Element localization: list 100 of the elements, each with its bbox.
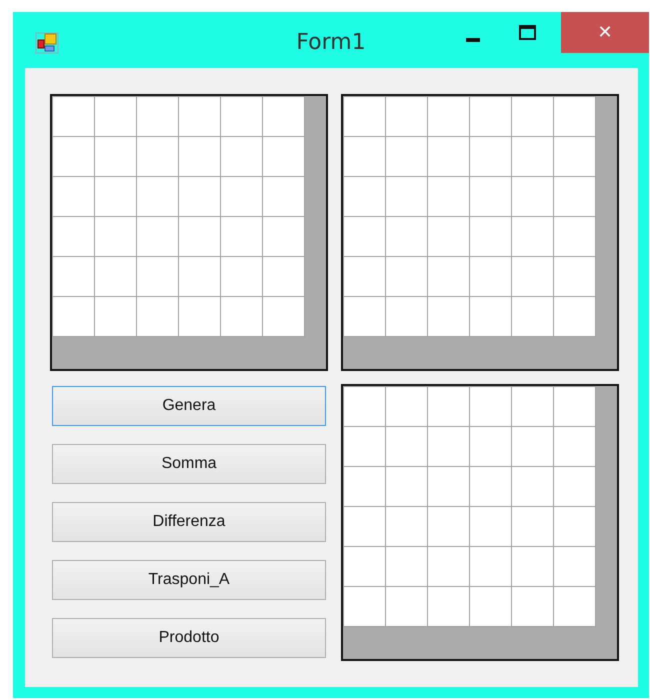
grid-cell[interactable] bbox=[263, 257, 304, 296]
grid-cell[interactable] bbox=[512, 177, 553, 216]
grid-cell[interactable] bbox=[470, 257, 511, 296]
grid-cell[interactable] bbox=[137, 257, 178, 296]
grid-cell[interactable] bbox=[263, 297, 304, 336]
grid-cell[interactable] bbox=[386, 137, 427, 176]
grid-cell[interactable] bbox=[344, 387, 385, 426]
action-button[interactable]: Somma bbox=[52, 444, 326, 484]
grid-cell[interactable] bbox=[137, 137, 178, 176]
grid-cell[interactable] bbox=[386, 217, 427, 256]
grid-cell[interactable] bbox=[344, 177, 385, 216]
grid-cell[interactable] bbox=[221, 97, 262, 136]
grid-cell[interactable] bbox=[512, 97, 553, 136]
grid-cell[interactable] bbox=[386, 297, 427, 336]
grid-cell[interactable] bbox=[95, 97, 136, 136]
minimize-icon[interactable] bbox=[466, 38, 480, 42]
grid-cell[interactable] bbox=[554, 97, 595, 136]
grid-cell[interactable] bbox=[95, 257, 136, 296]
grid-cell[interactable] bbox=[344, 547, 385, 586]
grid-cell[interactable] bbox=[179, 137, 220, 176]
grid-cell[interactable] bbox=[428, 587, 469, 626]
grid-cell[interactable] bbox=[53, 97, 94, 136]
grid-cell[interactable] bbox=[221, 177, 262, 216]
grid-cell[interactable] bbox=[179, 257, 220, 296]
grid-cell[interactable] bbox=[470, 427, 511, 466]
grid-cell[interactable] bbox=[137, 97, 178, 136]
grid-cell[interactable] bbox=[428, 387, 469, 426]
grid-cell[interactable] bbox=[386, 177, 427, 216]
grid-cell[interactable] bbox=[554, 587, 595, 626]
grid-cell[interactable] bbox=[95, 217, 136, 256]
grid-cell[interactable] bbox=[428, 217, 469, 256]
grid-cell[interactable] bbox=[53, 297, 94, 336]
close-button[interactable]: ✕ bbox=[561, 12, 649, 53]
grid-cell[interactable] bbox=[512, 297, 553, 336]
grid-cell[interactable] bbox=[95, 297, 136, 336]
grid-cell[interactable] bbox=[512, 547, 553, 586]
grid-cell[interactable] bbox=[344, 507, 385, 546]
grid-cell[interactable] bbox=[554, 427, 595, 466]
grid-cell[interactable] bbox=[428, 177, 469, 216]
grid-cell[interactable] bbox=[179, 297, 220, 336]
grid-cell[interactable] bbox=[554, 257, 595, 296]
grid-cell[interactable] bbox=[263, 97, 304, 136]
grid-cell[interactable] bbox=[428, 547, 469, 586]
grid-cell[interactable] bbox=[221, 137, 262, 176]
grid-cell[interactable] bbox=[512, 587, 553, 626]
grid-cell[interactable] bbox=[554, 217, 595, 256]
grid-cell[interactable] bbox=[470, 177, 511, 216]
grid-cell[interactable] bbox=[179, 177, 220, 216]
grid-cell[interactable] bbox=[53, 137, 94, 176]
grid-cell[interactable] bbox=[263, 177, 304, 216]
grid-cell[interactable] bbox=[344, 217, 385, 256]
grid-cell[interactable] bbox=[344, 97, 385, 136]
grid-cell[interactable] bbox=[344, 467, 385, 506]
grid-cell[interactable] bbox=[179, 217, 220, 256]
grid-cell[interactable] bbox=[344, 137, 385, 176]
grid-cell[interactable] bbox=[344, 257, 385, 296]
grid-cell[interactable] bbox=[512, 257, 553, 296]
grid-cell[interactable] bbox=[428, 97, 469, 136]
grid-cell[interactable] bbox=[512, 467, 553, 506]
grid-cell[interactable] bbox=[470, 467, 511, 506]
grid-cell[interactable] bbox=[554, 137, 595, 176]
grid-cell[interactable] bbox=[470, 507, 511, 546]
grid-cell[interactable] bbox=[263, 217, 304, 256]
grid-cell[interactable] bbox=[554, 547, 595, 586]
grid-cell[interactable] bbox=[470, 547, 511, 586]
grid-cell[interactable] bbox=[554, 467, 595, 506]
grid-cell[interactable] bbox=[470, 587, 511, 626]
grid-cell[interactable] bbox=[554, 507, 595, 546]
grid-cell[interactable] bbox=[512, 387, 553, 426]
maximize-icon[interactable] bbox=[519, 25, 536, 40]
grid-cell[interactable] bbox=[179, 97, 220, 136]
grid-cell[interactable] bbox=[554, 177, 595, 216]
grid-cell[interactable] bbox=[386, 587, 427, 626]
grid-cell[interactable] bbox=[137, 217, 178, 256]
grid-cell[interactable] bbox=[221, 297, 262, 336]
grid-cell[interactable] bbox=[53, 257, 94, 296]
grid-cell[interactable] bbox=[263, 137, 304, 176]
grid-cell[interactable] bbox=[512, 427, 553, 466]
grid-cell[interactable] bbox=[470, 137, 511, 176]
grid-cell[interactable] bbox=[386, 507, 427, 546]
grid-cell[interactable] bbox=[137, 177, 178, 216]
grid-cell[interactable] bbox=[428, 137, 469, 176]
grid-cell[interactable] bbox=[428, 427, 469, 466]
grid-cell[interactable] bbox=[95, 137, 136, 176]
grid-cell[interactable] bbox=[554, 387, 595, 426]
grid-cell[interactable] bbox=[554, 297, 595, 336]
grid-cell[interactable] bbox=[386, 467, 427, 506]
grid-cell[interactable] bbox=[221, 217, 262, 256]
grid-cell[interactable] bbox=[344, 587, 385, 626]
grid-cell[interactable] bbox=[344, 427, 385, 466]
grid-cell[interactable] bbox=[344, 297, 385, 336]
grid-cell[interactable] bbox=[428, 297, 469, 336]
grid-cell[interactable] bbox=[221, 257, 262, 296]
grid-cell[interactable] bbox=[470, 297, 511, 336]
grid-cell[interactable] bbox=[53, 217, 94, 256]
grid-cell[interactable] bbox=[512, 137, 553, 176]
grid-cell[interactable] bbox=[428, 467, 469, 506]
action-button[interactable]: Trasponi_A bbox=[52, 560, 326, 600]
grid-cell[interactable] bbox=[95, 177, 136, 216]
action-button[interactable]: Genera bbox=[52, 386, 326, 426]
